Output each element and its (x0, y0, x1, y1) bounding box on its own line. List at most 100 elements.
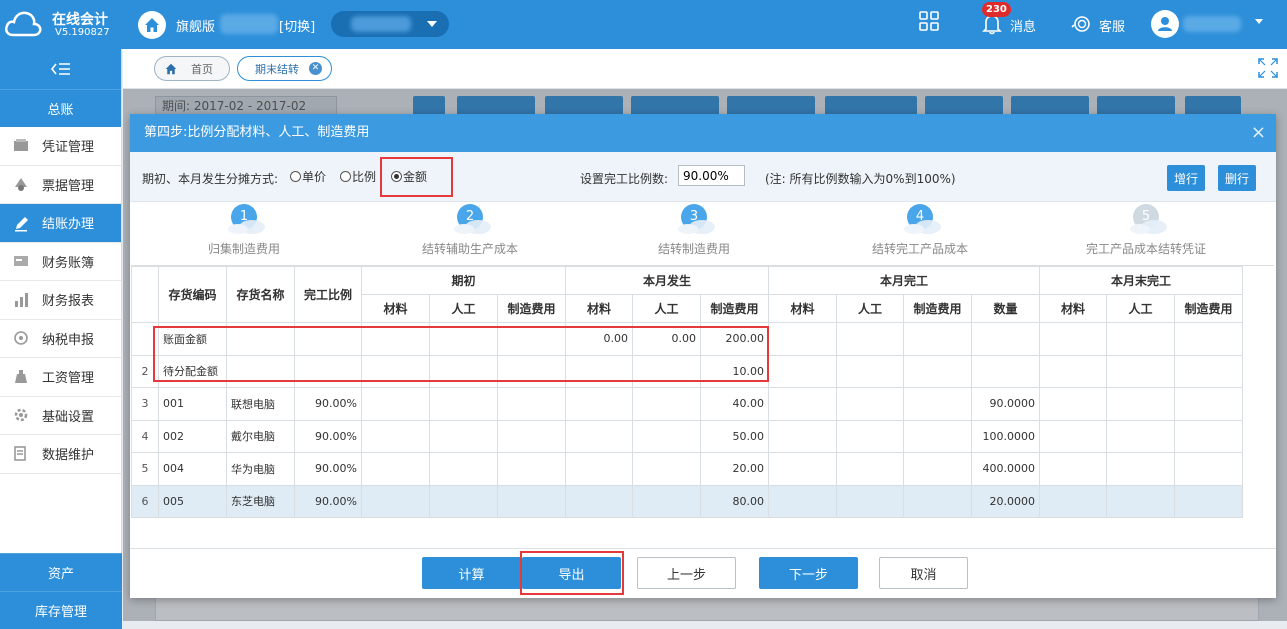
cell-empty[interactable] (903, 354, 972, 388)
delete-row-button[interactable]: 删行 (1218, 165, 1256, 191)
cell-ratio[interactable]: 90.00% (294, 387, 362, 421)
sidebar-section-inventory[interactable]: 库存管理 (0, 591, 122, 629)
cell-empty[interactable] (1106, 354, 1175, 388)
cell-m-lab[interactable] (632, 484, 701, 518)
radio-ratio[interactable]: 比例 (340, 168, 376, 185)
cell-ratio[interactable]: 90.00% (294, 452, 362, 486)
cell-empty[interactable] (903, 484, 972, 518)
cell-empty[interactable] (1106, 419, 1175, 453)
user-avatar-icon[interactable] (1151, 10, 1179, 38)
sidebar-section-assets[interactable]: 资产 (0, 553, 122, 591)
cell-empty[interactable] (768, 484, 837, 518)
cell-name[interactable]: 戴尔电脑 (226, 419, 295, 453)
completion-ratio-input[interactable] (678, 165, 745, 186)
cell-name[interactable]: 东芝电脑 (226, 484, 295, 518)
sidebar-item[interactable]: 票据管理 (0, 166, 121, 204)
sidebar-section-general-ledger[interactable]: 总账 (0, 89, 121, 127)
sidebar-item[interactable]: 数据维护 (0, 435, 121, 474)
sidebar-item[interactable]: 凭证管理 (0, 127, 121, 166)
cell-empty[interactable] (361, 419, 430, 453)
calculate-button[interactable]: 计算 (422, 557, 521, 589)
cell-code[interactable]: 005 (158, 484, 227, 518)
table-row[interactable]: 4 002 戴尔电脑 90.00% 50.00 100.0000 (131, 419, 1243, 453)
cell-empty[interactable] (768, 419, 837, 453)
close-icon[interactable]: × (1251, 114, 1266, 152)
sidebar-item[interactable]: 财务账簿 (0, 243, 121, 281)
cell-empty[interactable] (1039, 452, 1107, 486)
cell-empty[interactable] (497, 484, 566, 518)
fullscreen-icon[interactable] (1257, 57, 1279, 79)
account-set-selector[interactable] (331, 11, 449, 37)
radio-unit-price-indicator[interactable] (290, 171, 301, 182)
cell-empty[interactable] (1039, 419, 1107, 453)
cell-empty[interactable] (429, 452, 498, 486)
cell-empty[interactable] (768, 387, 837, 421)
cell-empty[interactable] (429, 387, 498, 421)
cell-empty[interactable] (1106, 484, 1175, 518)
tab-home[interactable]: 首页 (154, 56, 230, 81)
cell-empty[interactable] (497, 387, 566, 421)
cell-m-lab[interactable] (632, 387, 701, 421)
cell-empty[interactable] (836, 322, 904, 356)
table-row[interactable]: 5 004 华为电脑 90.00% 20.00 400.0000 (131, 452, 1243, 486)
sidebar-item[interactable]: 财务报表 (0, 281, 121, 320)
close-tab-icon[interactable]: ✕ (309, 62, 322, 75)
cell-ratio[interactable]: 90.00% (294, 419, 362, 453)
next-step-button[interactable]: 下一步 (759, 557, 858, 589)
cell-empty[interactable] (768, 452, 837, 486)
cell-empty[interactable] (361, 452, 430, 486)
cell-empty[interactable] (768, 322, 837, 356)
home-icon[interactable] (138, 11, 166, 39)
cell-empty[interactable] (1174, 419, 1243, 453)
cell-m-ovh[interactable]: 50.00 (700, 419, 769, 453)
add-row-button[interactable]: 增行 (1167, 165, 1205, 191)
cell-m-mat[interactable] (565, 387, 633, 421)
cell-qty[interactable]: 400.0000 (971, 452, 1040, 486)
cell-empty[interactable] (903, 387, 972, 421)
cell-empty[interactable] (836, 387, 904, 421)
cell-m-ovh[interactable]: 40.00 (700, 387, 769, 421)
cell-qty[interactable] (971, 354, 1040, 388)
cell-qty[interactable]: 90.0000 (971, 387, 1040, 421)
cell-code[interactable]: 001 (158, 387, 227, 421)
cell-ratio[interactable]: 90.00% (294, 484, 362, 518)
cell-empty[interactable] (903, 452, 972, 486)
cell-m-mat[interactable] (565, 452, 633, 486)
cell-empty[interactable] (1174, 322, 1243, 356)
cell-m-lab[interactable] (632, 419, 701, 453)
sidebar-item[interactable]: 工资管理 (0, 358, 121, 397)
cell-code[interactable]: 004 (158, 452, 227, 486)
cell-empty[interactable] (1174, 387, 1243, 421)
cell-empty[interactable] (1106, 387, 1175, 421)
cell-empty[interactable] (836, 419, 904, 453)
cell-empty[interactable] (903, 322, 972, 356)
cell-empty[interactable] (1174, 484, 1243, 518)
cell-empty[interactable] (1039, 322, 1107, 356)
cell-empty[interactable] (1106, 452, 1175, 486)
cell-m-mat[interactable] (565, 419, 633, 453)
cell-qty[interactable]: 20.0000 (971, 484, 1040, 518)
cell-name[interactable]: 华为电脑 (226, 452, 295, 486)
cell-empty[interactable] (1039, 387, 1107, 421)
cell-empty[interactable] (768, 354, 837, 388)
switch-company-link[interactable]: [切换] (279, 16, 315, 35)
cell-empty[interactable] (1039, 354, 1107, 388)
sidebar-item[interactable]: 纳税申报 (0, 320, 121, 358)
cell-empty[interactable] (1039, 484, 1107, 518)
cell-empty[interactable] (836, 354, 904, 388)
radio-ratio-indicator[interactable] (340, 171, 351, 182)
customer-service-link[interactable]: 客服 (1099, 16, 1125, 35)
cell-code[interactable]: 002 (158, 419, 227, 453)
sidebar-item[interactable]: 结账办理 (0, 204, 121, 243)
cancel-button[interactable]: 取消 (879, 557, 968, 589)
user-menu-chevron-icon[interactable] (1255, 19, 1263, 24)
cell-qty[interactable] (971, 322, 1040, 356)
cell-empty[interactable] (361, 484, 430, 518)
cell-m-lab[interactable] (632, 452, 701, 486)
cell-empty[interactable] (361, 387, 430, 421)
table-row[interactable]: 3 001 联想电脑 90.00% 40.00 90.0000 (131, 387, 1243, 421)
cell-empty[interactable] (836, 484, 904, 518)
cell-empty[interactable] (429, 419, 498, 453)
cell-empty[interactable] (1106, 322, 1175, 356)
cell-empty[interactable] (836, 452, 904, 486)
